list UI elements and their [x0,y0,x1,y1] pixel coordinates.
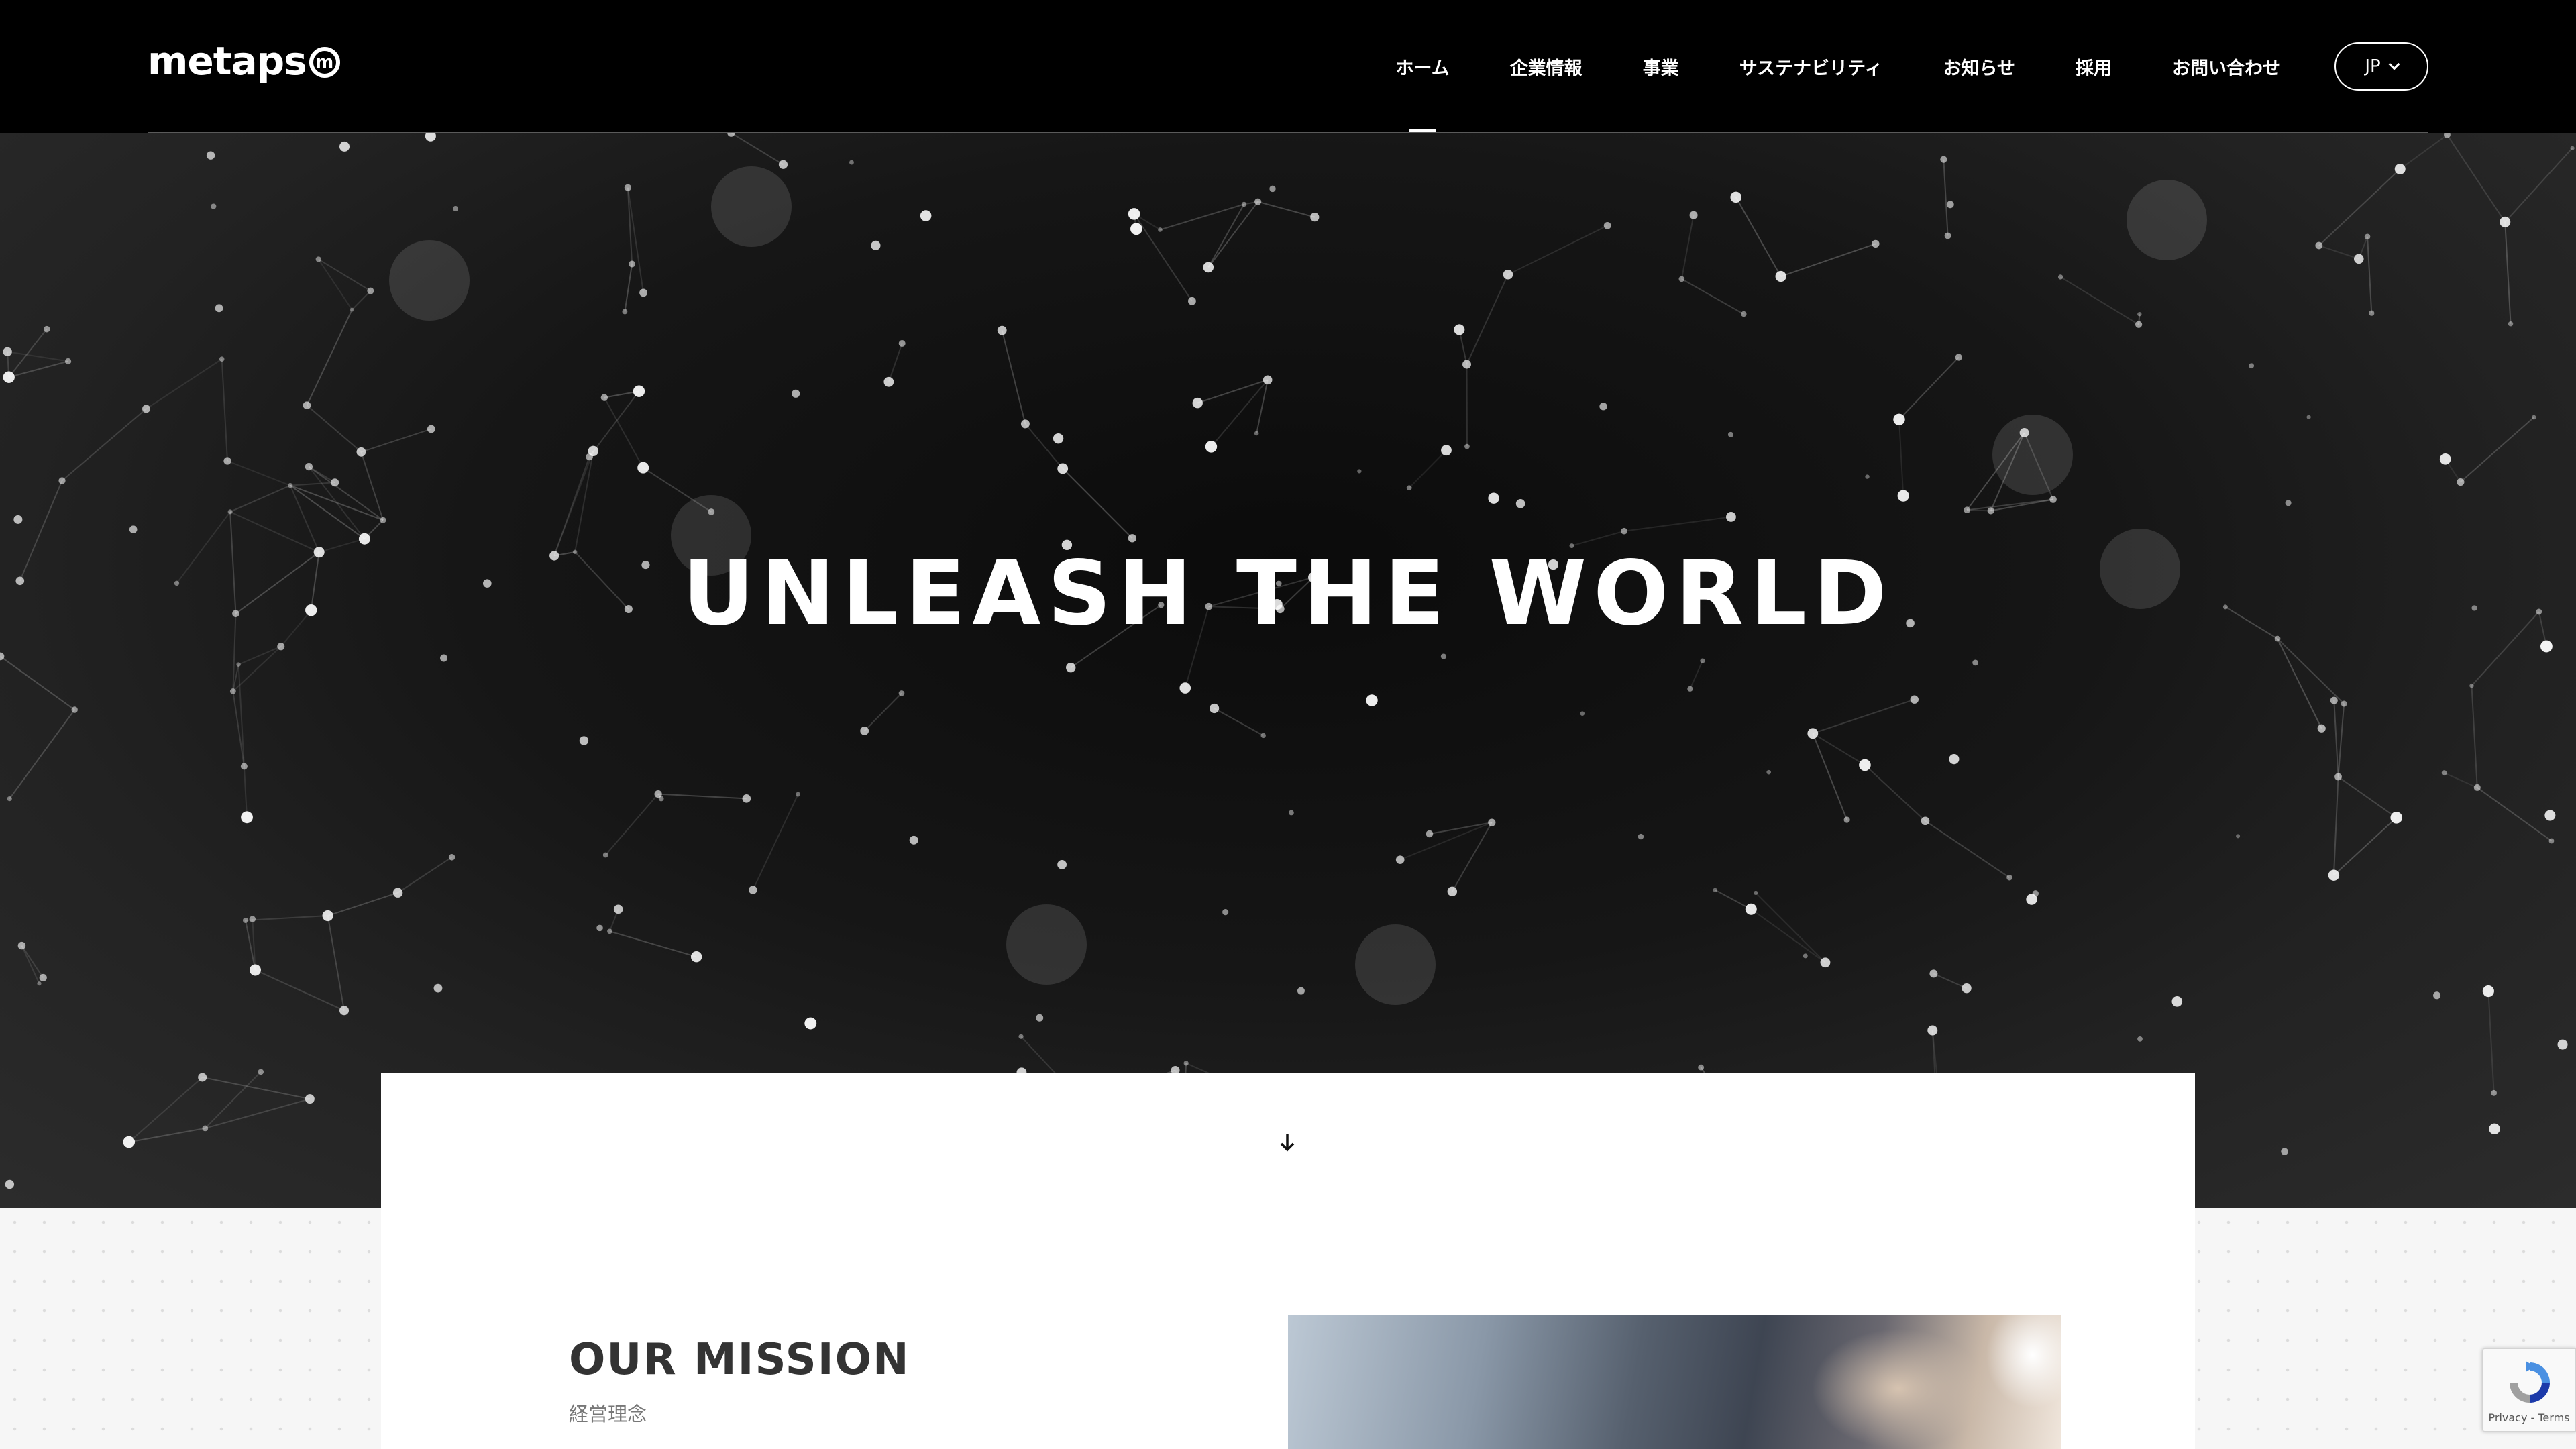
mission-photo [1288,1315,2061,1449]
hero-title: UNLEASH THE WORLD [682,542,1894,645]
nav-item-home[interactable]: ホーム [1395,0,1449,133]
recaptcha-links[interactable]: Privacy - Terms [2483,1411,2575,1424]
nav-item-news[interactable]: お知らせ [1943,0,2015,133]
language-label: JP [2365,56,2381,76]
arrow-down-icon[interactable] [1279,1132,1296,1152]
logo-text: metaps [148,38,307,84]
hero-section: UNLEASH THE WORLD [0,133,2576,1208]
main-nav: ホーム 企業情報 事業 サステナビリティ お知らせ 採用 お問い合わせ [1335,0,2281,133]
nav-item-business[interactable]: 事業 [1643,0,1679,133]
nav-item-company[interactable]: 企業情報 [1510,0,1582,133]
network-background-graphic [0,133,2575,1201]
mission-subtitle: 経営理念 [569,1403,647,1426]
nav-item-recruit[interactable]: 採用 [2076,0,2112,133]
nav-item-sustainability[interactable]: サステナビリティ [1739,0,1883,133]
header-divider [148,132,2428,133]
recaptcha-badge[interactable]: Privacy - Terms [2482,1348,2576,1432]
recaptcha-icon [2510,1361,2550,1403]
logo-mark-icon: m [309,47,340,78]
metaps-logo[interactable]: metaps m [148,42,340,80]
mission-title: OUR MISSION [569,1335,910,1385]
language-selector[interactable]: JP [2334,42,2428,91]
mission-card: OUR MISSION 経営理念 [381,1073,2195,1449]
nav-item-contact[interactable]: お問い合わせ [2172,0,2281,133]
site-header: metaps m ホーム 企業情報 事業 サステナビリティ お知らせ 採用 お問… [0,0,2576,133]
chevron-down-icon [2388,58,2400,70]
